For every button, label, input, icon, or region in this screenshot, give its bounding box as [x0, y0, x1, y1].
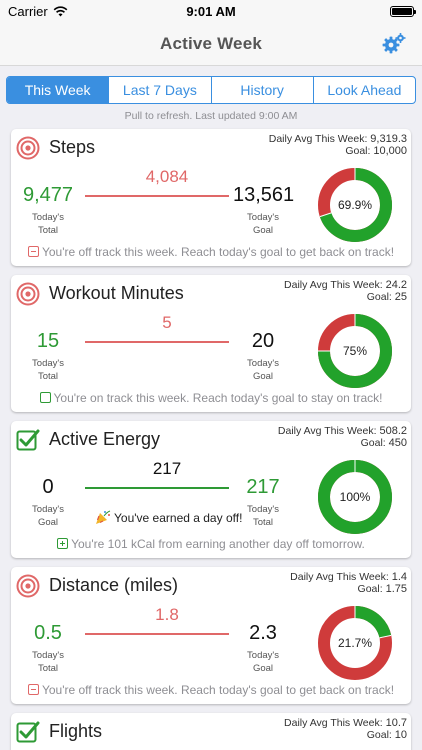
tab-history[interactable]: History — [212, 77, 314, 103]
status-left: Carrier — [8, 4, 128, 19]
progress-donut: 75% — [318, 314, 392, 388]
minus-box-icon — [27, 684, 39, 695]
daily-avg: Daily Avg This Week: 508.2 — [277, 425, 407, 437]
tab-this-week[interactable]: This Week — [7, 77, 110, 103]
progress-line — [85, 487, 229, 489]
status-time: 9:01 AM — [186, 3, 236, 19]
progress-donut: 100% — [318, 460, 392, 534]
metric-card-workout-minutes[interactable]: Workout Minutes Daily Avg This Week: 24.… — [11, 275, 411, 412]
day-off-earned: You've earned a day off! — [95, 509, 245, 525]
goal: Goal: 10 — [366, 729, 407, 741]
remaining-value: 1.8 — [155, 605, 179, 624]
metric-card-distance[interactable]: Distance (miles) Daily Avg This Week: 1.… — [11, 567, 411, 704]
left-value: 0.5 — [34, 622, 62, 644]
target-icon — [16, 136, 40, 160]
metric-card-flights[interactable]: Flights Daily Avg This Week: 10.7 Goal: … — [11, 713, 411, 750]
donut-percent-label: 100% — [340, 490, 371, 504]
right-caption: Today's Goal — [247, 358, 279, 382]
minus-box-icon — [27, 246, 39, 257]
card-title: Active Energy — [49, 429, 161, 449]
checkbox-checked-icon — [16, 429, 40, 451]
tab-bar: This Week Last 7 Days History Look Ahead — [6, 76, 416, 104]
battery-icon — [390, 5, 416, 17]
target-icon — [16, 574, 40, 598]
status-message: You're off track this week. Reach today'… — [11, 245, 411, 259]
party-popper-icon — [96, 510, 111, 524]
total-value: 217 — [152, 459, 182, 478]
daily-avg: Daily Avg This Week: 1.4 — [290, 571, 407, 583]
goal: Goal: 10,000 — [345, 145, 407, 157]
right-value: 13,561 — [233, 184, 295, 206]
progress-donut: 69.9% — [318, 168, 392, 242]
left-value: 9,477 — [23, 184, 74, 206]
left-value: 0 — [42, 476, 54, 498]
right-value: 2.3 — [249, 622, 277, 644]
status-bar: Carrier 9:01 AM — [0, 0, 422, 22]
tab-last-7-days[interactable]: Last 7 Days — [109, 77, 212, 103]
checkbox-checked-icon — [16, 721, 40, 743]
progress-line — [85, 341, 229, 343]
card-title: Steps — [49, 137, 96, 157]
status-message: You're 101 kCal from earning another day… — [11, 537, 411, 551]
plus-box-icon — [57, 538, 69, 549]
target-icon — [16, 282, 40, 306]
gears-icon[interactable] — [382, 32, 406, 56]
card-title: Distance (miles) — [49, 575, 179, 595]
remaining-value: 4,084 — [145, 167, 189, 186]
daily-avg: Daily Avg This Week: 24.2 — [284, 279, 407, 291]
remaining-value: 5 — [162, 313, 172, 332]
tab-look-ahead[interactable]: Look Ahead — [314, 77, 415, 103]
right-caption: Today's Goal — [247, 650, 279, 674]
empty-box-icon — [39, 392, 51, 403]
metric-card-steps[interactable]: Steps Daily Avg This Week: 9,319.3 Goal:… — [11, 129, 411, 266]
donut-percent-label: 69.9% — [338, 198, 372, 212]
nav-bar: Active Week — [0, 22, 422, 66]
progress-line — [85, 195, 229, 197]
page-title: Active Week — [159, 33, 263, 53]
left-caption: Today's Goal — [32, 504, 64, 528]
progress-donut: 21.7% — [318, 606, 392, 680]
metric-card-active-energy[interactable]: Active Energy Daily Avg This Week: 508.2… — [11, 421, 411, 558]
refresh-note: Pull to refresh. Last updated 9:00 AM — [124, 110, 298, 122]
donut-percent-label: 21.7% — [338, 636, 372, 650]
right-value: 217 — [246, 476, 280, 498]
card-title: Flights — [49, 721, 103, 741]
goal: Goal: 1.75 — [357, 583, 407, 595]
left-caption: Today's Total — [32, 358, 64, 382]
left-caption: Today's Total — [32, 650, 64, 674]
left-caption: Today's Total — [32, 212, 64, 236]
goal: Goal: 450 — [360, 437, 407, 449]
progress-line — [85, 633, 229, 635]
card-title: Workout Minutes — [49, 283, 184, 303]
carrier-label: Carrier — [8, 3, 48, 19]
donut-percent-label: 75% — [343, 344, 367, 358]
status-message: You're off track this week. Reach today'… — [11, 683, 411, 697]
daily-avg: Daily Avg This Week: 10.7 — [284, 717, 407, 729]
left-value: 15 — [36, 330, 60, 352]
wifi-icon — [53, 5, 68, 16]
status-message: You're on track this week. Reach today's… — [11, 391, 411, 405]
status-right — [294, 5, 416, 17]
goal: Goal: 25 — [366, 291, 407, 303]
right-value: 20 — [251, 330, 275, 352]
daily-avg: Daily Avg This Week: 9,319.3 — [268, 133, 407, 145]
right-caption: Today's Goal — [247, 212, 279, 236]
